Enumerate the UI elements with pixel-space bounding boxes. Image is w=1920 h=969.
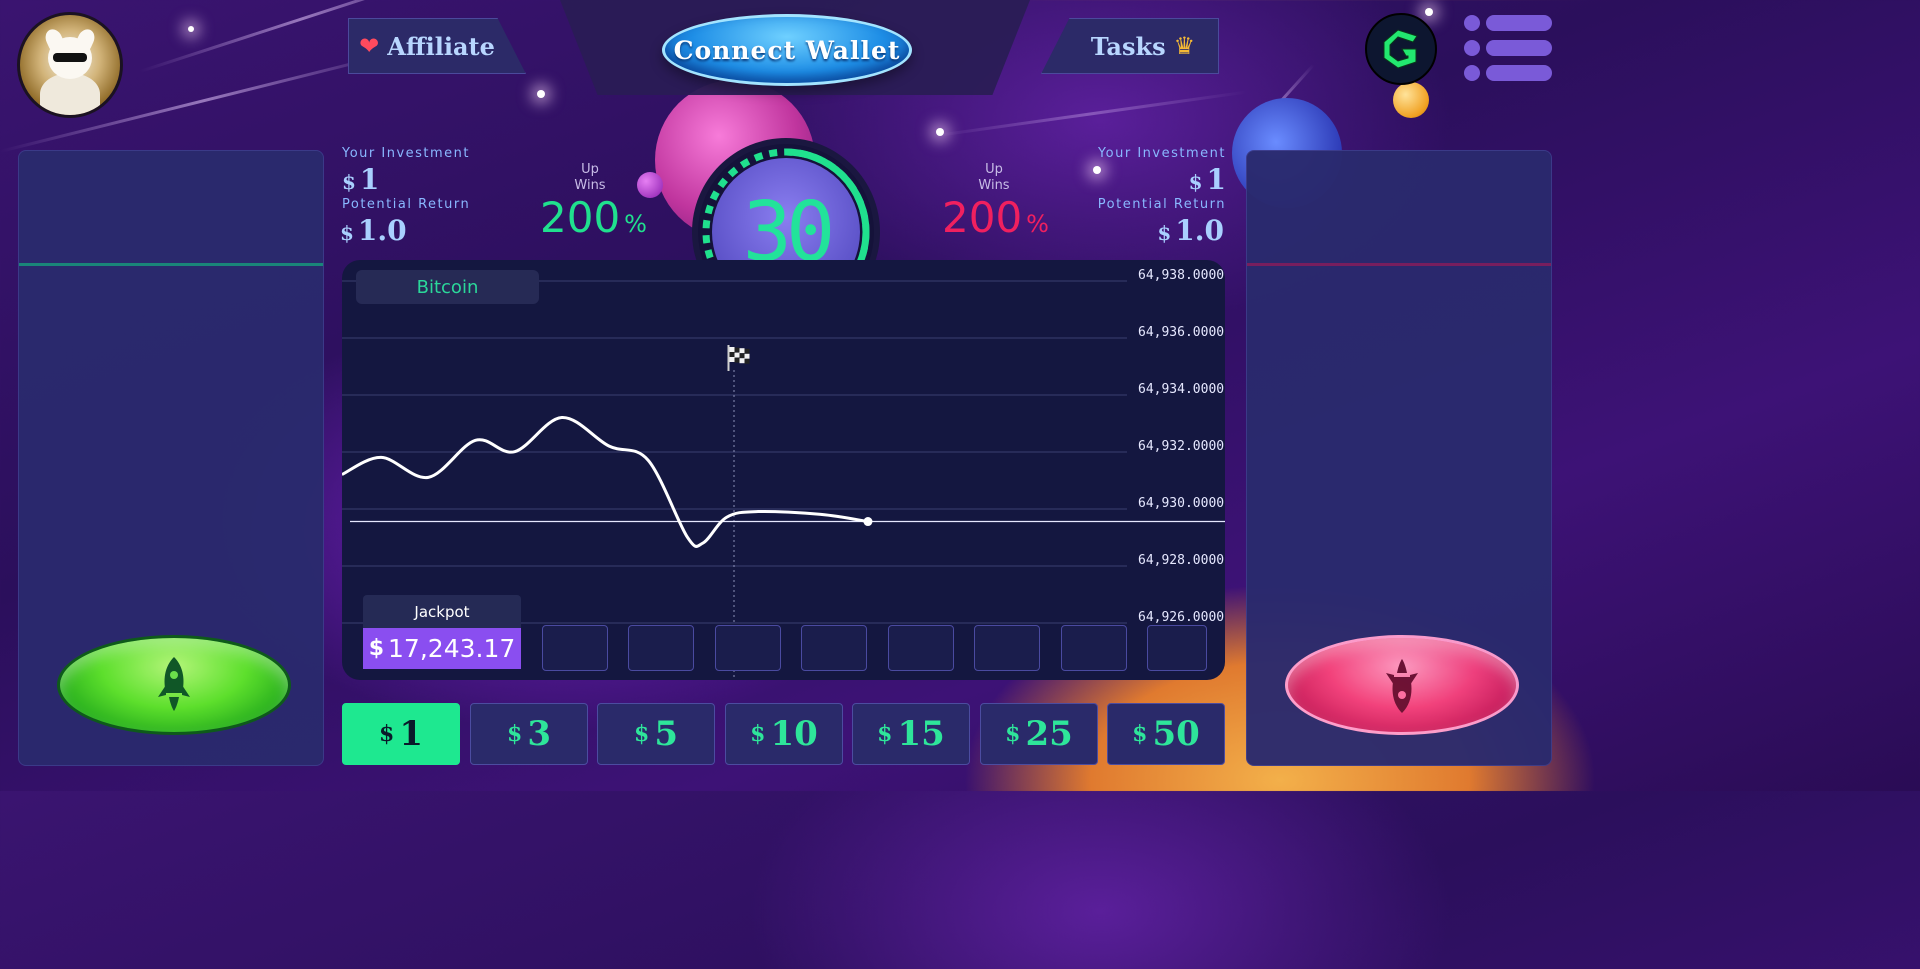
star [1425, 8, 1433, 16]
rocket-up-icon [158, 657, 190, 711]
right-potential-value: $1.0 [1157, 214, 1224, 247]
history-slot [715, 625, 781, 671]
avatar[interactable] [17, 12, 123, 118]
left-investment-value: $1 [342, 163, 380, 196]
flag-square [744, 348, 750, 354]
bet-amount-5-button[interactable]: $5 [597, 703, 715, 765]
bet-amount-label: 10 [770, 714, 818, 754]
down-odds-value: 200% [942, 193, 1049, 242]
affiliate-label: Affiliate [387, 31, 495, 61]
jackpot-label: Jackpot [363, 595, 521, 628]
y-tick-label: 64,938.0000 [1138, 268, 1224, 283]
history-slot [888, 625, 954, 671]
down-odds-label: Up Wins [978, 162, 1010, 193]
bet-currency: $ [750, 721, 766, 747]
history-slot [974, 625, 1040, 671]
bet-currency: $ [379, 721, 395, 747]
rocket-down-icon [1386, 659, 1418, 713]
star [537, 90, 545, 98]
flag-square [744, 358, 750, 364]
gold-orb [1393, 82, 1429, 118]
bet-amount-label: 50 [1152, 714, 1200, 754]
bet-currency: $ [507, 721, 523, 747]
jackpot-value: $17,243.17 [363, 628, 521, 669]
bet-amount-label: 15 [897, 714, 945, 754]
crown-icon: ♛ [1173, 32, 1196, 60]
right-investment-value: $1 [1188, 163, 1226, 196]
y-tick-label: 64,936.0000 [1138, 325, 1224, 340]
history-slot [1147, 625, 1207, 671]
flag-square [734, 357, 740, 363]
flag-square [734, 347, 740, 353]
flag-square [729, 357, 735, 362]
tasks-label: Tasks [1090, 31, 1166, 61]
comet-streak [929, 90, 1248, 138]
flag-square [744, 353, 750, 359]
bet-amount-3-button[interactable]: $3 [470, 703, 588, 765]
price-chart: 64,938.0000 64,936.0000 64,934.0000 64,932.… [342, 260, 1225, 680]
connect-wallet-button[interactable]: Connect Wallet [662, 14, 912, 86]
bet-amount-label: 5 [654, 714, 678, 754]
y-tick-label: 64,934.0000 [1138, 382, 1224, 397]
menu-button[interactable] [1464, 15, 1554, 81]
jackpot-box: Jackpot $17,243.17 [363, 595, 521, 669]
bet-amount-50-button[interactable]: $50 [1107, 703, 1225, 765]
bet-currency: $ [877, 721, 893, 747]
history-slot [1061, 625, 1127, 671]
flag-square [729, 352, 735, 357]
bet-amount-25-button[interactable]: $25 [980, 703, 1098, 765]
history-slot [542, 625, 608, 671]
star [188, 26, 194, 32]
up-bets-panel [18, 150, 324, 766]
down-bets-panel [1246, 150, 1552, 766]
bet-amount-label: 3 [527, 714, 551, 754]
left-potential-value: $1.0 [340, 214, 407, 247]
bet-amount-10-button[interactable]: $10 [725, 703, 843, 765]
flag-square [739, 353, 745, 359]
flag-square [729, 347, 735, 352]
up-panel-divider [19, 263, 323, 266]
right-investment-label: Your Investment [1097, 146, 1226, 161]
left-potential-label: Potential Return [342, 197, 471, 212]
bet-amount-label: 25 [1025, 714, 1073, 754]
bet-down-button[interactable] [1285, 635, 1519, 735]
bet-currency: $ [1005, 721, 1021, 747]
bet-amount-15-button[interactable]: $15 [852, 703, 970, 765]
left-investment-label: Your Investment [342, 146, 471, 161]
affiliate-button[interactable]: ❤ Affiliate [348, 18, 526, 74]
menu-icon [1464, 15, 1480, 31]
asset-selector[interactable]: Bitcoin [356, 270, 539, 304]
g-logo-icon [1383, 29, 1418, 69]
right-potential-label: Potential Return [1097, 197, 1226, 212]
price-line [342, 415, 869, 548]
bet-currency: $ [1132, 721, 1148, 747]
star [1093, 166, 1101, 174]
up-odds-value: 200% [540, 193, 647, 242]
history-slot [628, 625, 694, 671]
tasks-button[interactable]: Tasks ♛ [1041, 18, 1219, 74]
checkered-flag-icon [727, 345, 750, 371]
bet-amount-label: 1 [399, 714, 423, 754]
flag-square [734, 352, 740, 358]
flag-square [739, 348, 745, 354]
current-price-point [863, 517, 873, 527]
brand-logo[interactable] [1365, 13, 1437, 85]
bet-currency: $ [634, 721, 650, 747]
up-odds-label: Up Wins [574, 162, 606, 193]
down-panel-divider [1247, 263, 1551, 266]
bet-amount-1-button[interactable]: $1 [342, 703, 460, 765]
history-slot [801, 625, 867, 671]
star [936, 128, 944, 136]
connect-wallet-label: Connect Wallet [673, 35, 901, 65]
bet-up-button[interactable] [57, 635, 291, 735]
y-tick-label: 64,928.0000 [1138, 553, 1224, 568]
y-tick-label: 64,926.0000 [1138, 610, 1224, 625]
flag-square [739, 358, 745, 364]
y-tick-label: 64,930.0000 [1138, 496, 1224, 511]
heart-icon: ❤ [359, 32, 380, 60]
y-tick-label: 64,932.0000 [1138, 439, 1224, 454]
